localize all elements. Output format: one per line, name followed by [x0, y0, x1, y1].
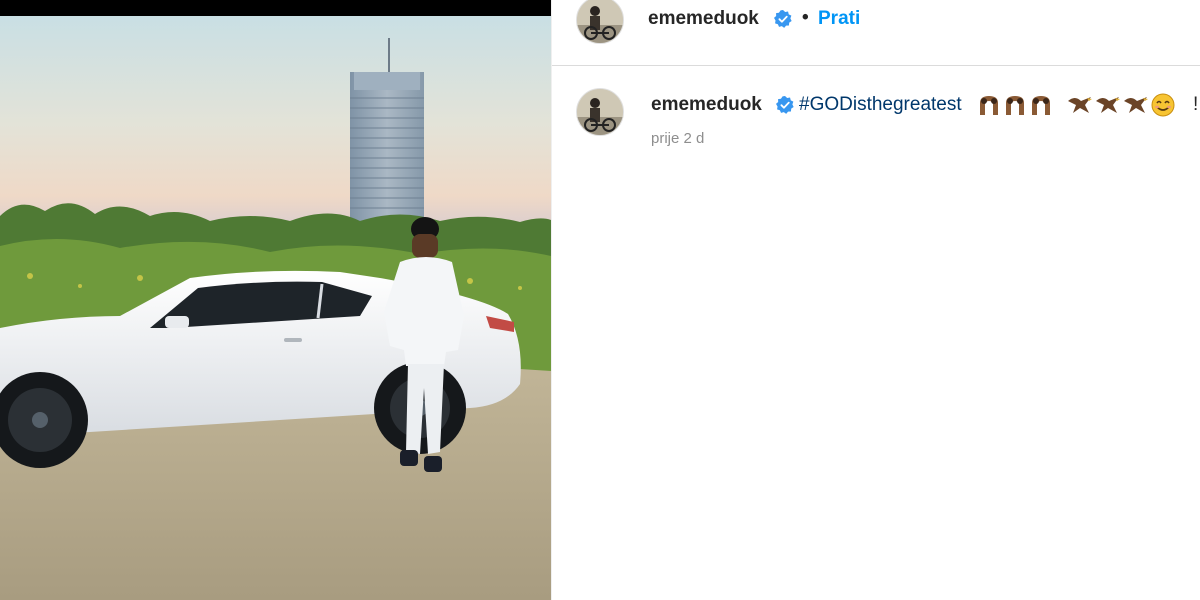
smiling-face-icon — [1151, 93, 1175, 117]
caption-emojis — [977, 92, 1177, 118]
post-caption: ememeduok #GODisthegreatest ! prije 2 d — [552, 66, 1200, 186]
arch-icon — [980, 96, 998, 115]
follow-button[interactable]: Prati — [818, 8, 860, 30]
arch-icon — [1006, 96, 1024, 115]
caption-trailing-text: ! — [1193, 94, 1199, 115]
caption-avatar[interactable] — [576, 88, 624, 136]
verified-badge-icon — [774, 10, 792, 28]
eagle-icon — [1068, 97, 1092, 113]
hashtag-link[interactable]: #GODisthegreatest — [799, 94, 962, 116]
arch-icon — [1032, 96, 1050, 115]
avatar[interactable] — [576, 0, 624, 44]
eagle-icon — [1124, 97, 1148, 113]
post-timestamp[interactable]: prije 2 d — [651, 130, 704, 147]
eagle-icon — [1096, 97, 1120, 113]
username-link[interactable]: ememeduok — [648, 8, 759, 30]
post-photo-panel — [0, 0, 551, 600]
separator-dot: • — [802, 7, 809, 28]
post-photo[interactable] — [0, 16, 551, 600]
caption-username-link[interactable]: ememeduok — [651, 94, 762, 116]
photo-top-bar — [0, 0, 551, 16]
post-header: ememeduok • Prati — [552, 0, 1200, 66]
verified-badge-icon — [776, 96, 794, 114]
